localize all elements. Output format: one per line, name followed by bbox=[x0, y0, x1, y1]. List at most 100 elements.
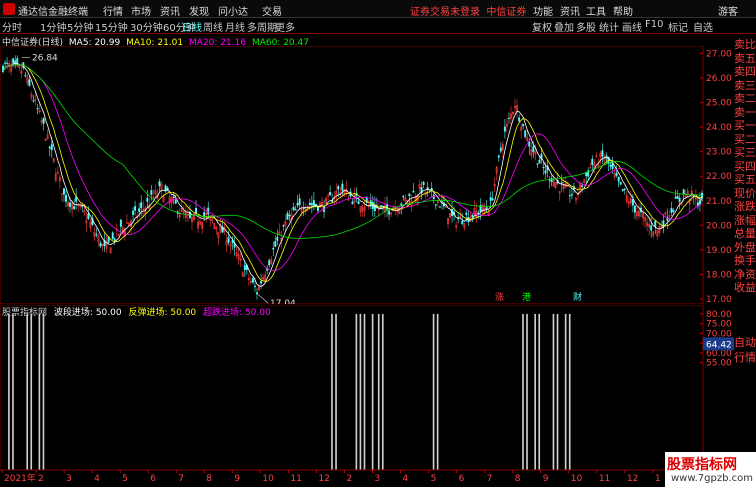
period-8[interactable]: 月线 bbox=[225, 19, 245, 34]
signal-bar bbox=[432, 313, 435, 470]
candle-body bbox=[132, 210, 135, 215]
candle-body bbox=[408, 193, 411, 197]
candle-body bbox=[544, 170, 547, 174]
candle-body bbox=[388, 210, 391, 215]
event-marker[interactable]: 港 bbox=[522, 291, 531, 303]
menu-faxian[interactable]: 发现 bbox=[189, 3, 209, 18]
candle-body bbox=[471, 214, 474, 218]
side-9: 买四 bbox=[734, 159, 756, 172]
app-logo-icon bbox=[3, 3, 15, 15]
event-marker[interactable]: 涨 bbox=[495, 292, 504, 303]
kline-frame bbox=[0, 46, 704, 304]
menu-gongneng[interactable]: 功能 bbox=[533, 3, 553, 18]
x-tick-label: 6 bbox=[150, 474, 156, 484]
candle-body bbox=[298, 198, 301, 205]
period-3[interactable]: 15分钟 bbox=[95, 19, 128, 34]
candle-body bbox=[518, 117, 521, 122]
period-6[interactable]: 日线 bbox=[182, 19, 202, 34]
period-1[interactable]: 1分钟 bbox=[40, 19, 66, 34]
menu-shichang[interactable]: 市场 bbox=[131, 3, 151, 18]
period-2[interactable]: 5分钟 bbox=[67, 19, 93, 34]
tool-0[interactable]: 复权 bbox=[532, 19, 552, 34]
signal-bar bbox=[8, 313, 10, 470]
signal-bar bbox=[522, 313, 524, 470]
side-12: 涨跌 bbox=[734, 200, 756, 212]
candle-body bbox=[591, 158, 594, 165]
kline-ytick-label: 27.00 bbox=[706, 49, 732, 59]
candle-body bbox=[485, 207, 488, 210]
candle-body bbox=[538, 160, 541, 164]
event-marker[interactable]: 财 bbox=[573, 291, 582, 303]
candle-body bbox=[4, 62, 7, 64]
signal-bar bbox=[371, 313, 374, 470]
kline-chart[interactable]: 27.00 26.00 25.00 24.00 23.00 22.00 21.00 20.00… bbox=[0, 46, 734, 304]
ma10-line bbox=[2, 64, 703, 282]
x-tick-label: 10 bbox=[262, 474, 274, 484]
menu-wenxiaoda[interactable]: 问小达 bbox=[218, 3, 248, 18]
candle-body bbox=[292, 207, 295, 211]
period-10[interactable]: 更多 bbox=[275, 19, 295, 34]
side2-0[interactable]: 自动 bbox=[734, 334, 756, 349]
x-tick-label: 11 bbox=[290, 474, 301, 484]
kline-ytick-label: 20.00 bbox=[706, 221, 732, 231]
candle-body bbox=[654, 220, 657, 227]
tool-2[interactable]: 多股 bbox=[576, 19, 596, 34]
signal-bar bbox=[552, 313, 555, 470]
period-4[interactable]: 30分钟 bbox=[130, 19, 163, 34]
menu-gongju[interactable]: 工具 bbox=[586, 3, 606, 18]
tool-5[interactable]: F10 bbox=[645, 19, 663, 30]
menu-hangqing[interactable]: 行情 bbox=[103, 3, 123, 18]
candle-body bbox=[329, 192, 332, 196]
signal-bar bbox=[355, 313, 358, 470]
candle-body bbox=[119, 219, 122, 227]
candle-body bbox=[282, 225, 285, 227]
tool-7[interactable]: 自选 bbox=[693, 19, 713, 34]
candle-body bbox=[260, 281, 263, 284]
tool-4[interactable]: 画线 bbox=[622, 19, 642, 34]
period-7[interactable]: 周线 bbox=[203, 19, 223, 34]
legend-boduan-name: 波段进场 bbox=[53, 308, 90, 318]
menu-bangzhu[interactable]: 帮助 bbox=[613, 3, 633, 18]
candle-body bbox=[312, 200, 315, 206]
user-guest[interactable]: 游客 bbox=[718, 3, 738, 18]
side2-1[interactable]: 行情 bbox=[734, 349, 756, 364]
menu-zixun2[interactable]: 资讯 bbox=[560, 3, 580, 18]
ind-ytick-label: 55.00 bbox=[706, 359, 732, 369]
candle-body bbox=[631, 199, 634, 206]
candle-body bbox=[619, 181, 622, 185]
ind-ytick-label: 80.00 bbox=[706, 310, 732, 320]
tool-3[interactable]: 统计 bbox=[599, 19, 619, 34]
period-0[interactable]: 分时 bbox=[2, 19, 22, 34]
candle-body bbox=[87, 213, 90, 220]
side-13: 涨幅 bbox=[734, 213, 756, 226]
indicator-chart[interactable]: 80.0075.0070.0065.0060.0055.0064.422021年… bbox=[0, 305, 734, 487]
legend-fantan-name: 反弹进场 bbox=[128, 308, 165, 318]
tool-6[interactable]: 标记 bbox=[668, 19, 688, 34]
menu-zixun[interactable]: 资讯 bbox=[160, 3, 180, 18]
tool-1[interactable]: 叠加 bbox=[554, 19, 574, 34]
candle-body bbox=[351, 201, 354, 204]
x-tick-label: 4 bbox=[94, 474, 100, 484]
candle-body bbox=[172, 196, 175, 198]
candle-body bbox=[251, 278, 254, 283]
ma60-line bbox=[2, 64, 703, 239]
kline-ytick-label: 22.00 bbox=[706, 172, 732, 182]
login-notice[interactable]: 证券交易未登录 中信证券 bbox=[410, 3, 526, 18]
candle-body bbox=[254, 285, 256, 288]
period-9[interactable]: 多周期 bbox=[247, 19, 277, 34]
candle-body bbox=[310, 203, 313, 206]
broker-name: 中信证券 bbox=[486, 7, 527, 18]
signal-bar bbox=[534, 313, 536, 470]
candle-body bbox=[99, 242, 102, 247]
side-5: 卖一 bbox=[734, 105, 756, 118]
candle-body bbox=[522, 123, 525, 127]
candle-body bbox=[63, 188, 65, 195]
candle-body bbox=[274, 241, 277, 247]
candle-body bbox=[294, 209, 297, 211]
x-tick-label: 10 bbox=[571, 474, 583, 484]
candle-body bbox=[272, 247, 275, 250]
x-tick-label: 1 bbox=[655, 474, 661, 484]
menu-jiaoyi[interactable]: 交易 bbox=[262, 3, 282, 18]
candle-body bbox=[465, 212, 468, 215]
candle-body bbox=[146, 197, 149, 202]
